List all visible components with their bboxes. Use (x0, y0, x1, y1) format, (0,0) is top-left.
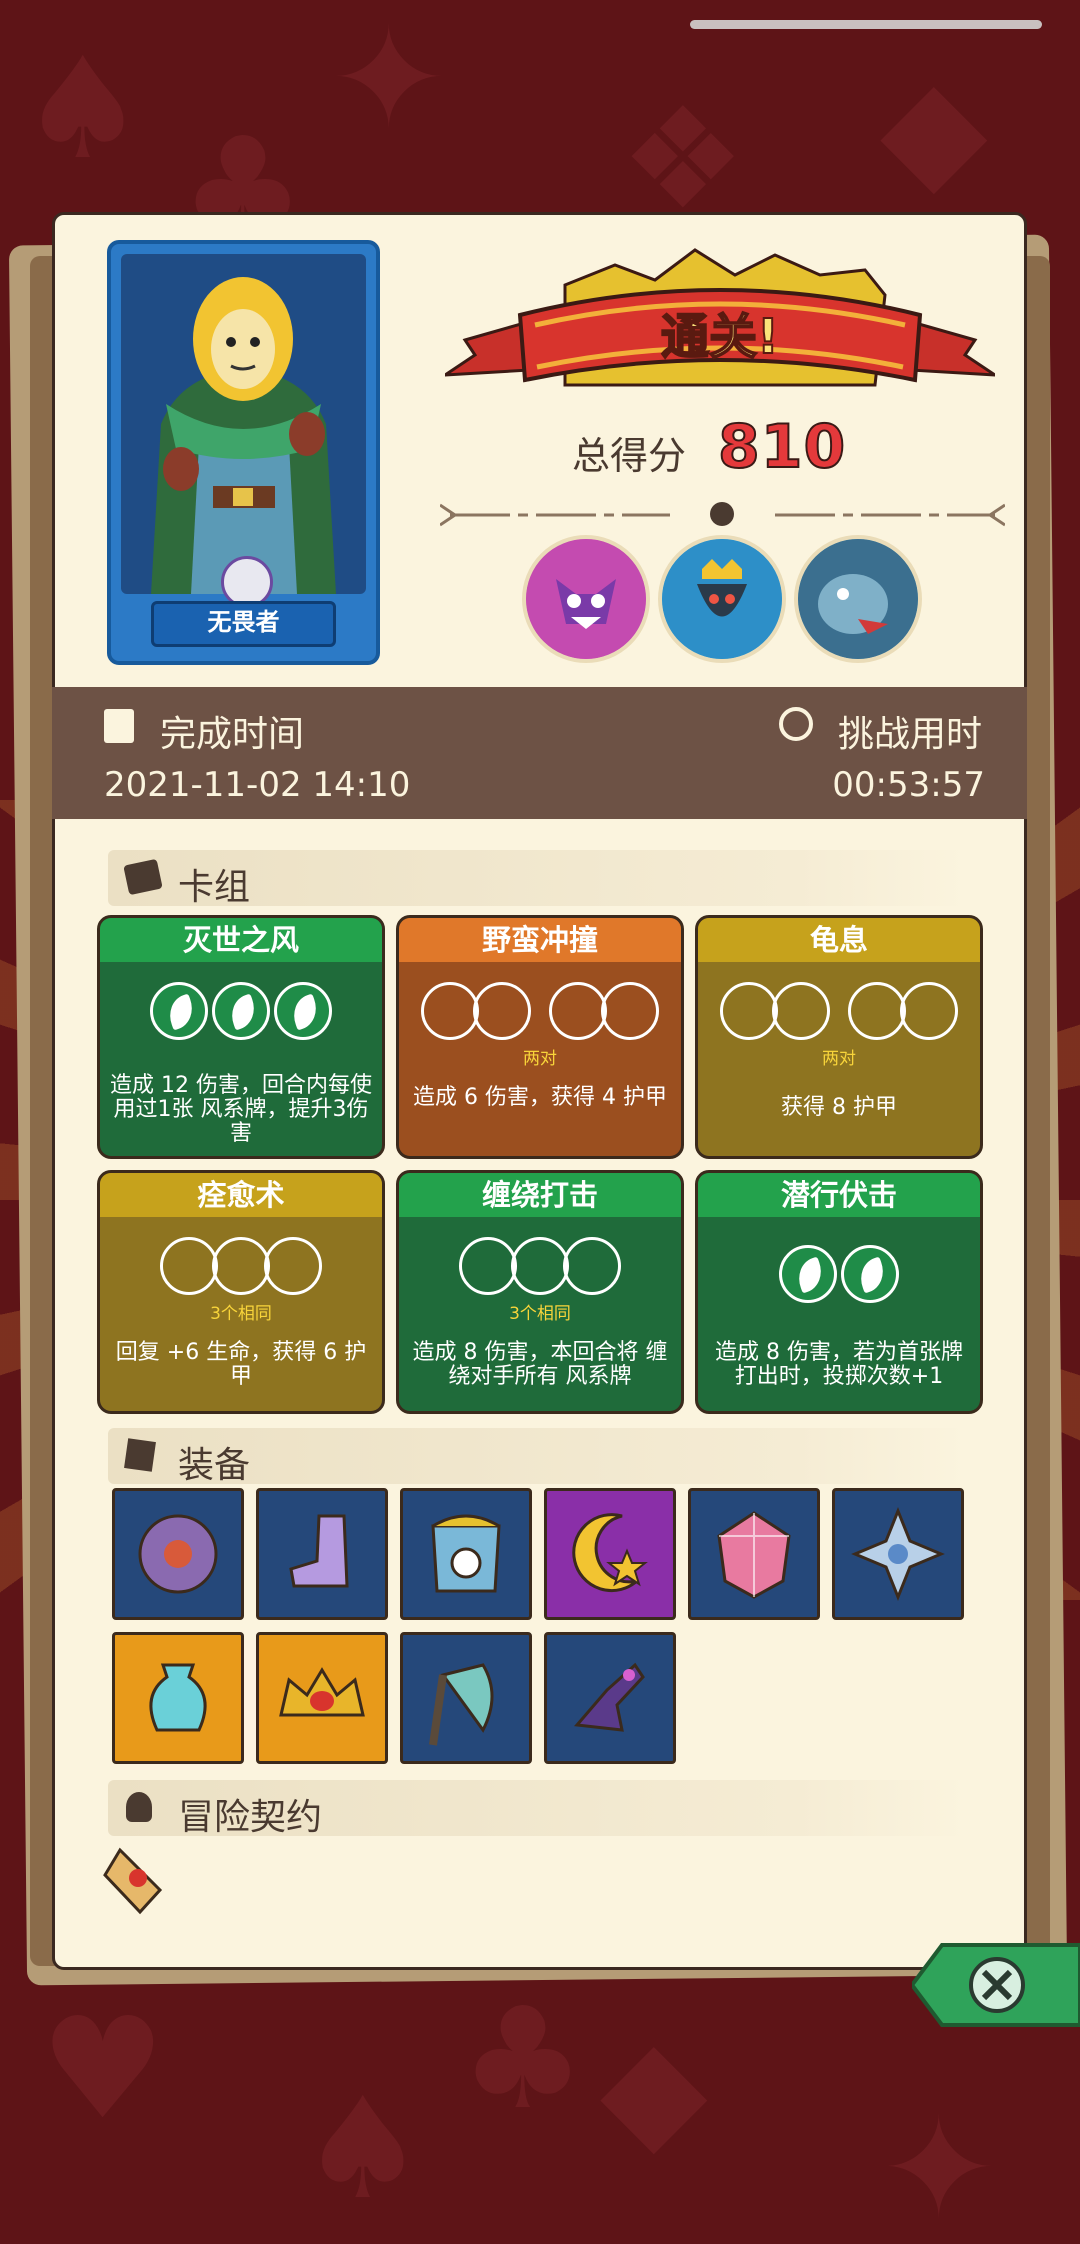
card-3[interactable]: 龟息 两对 获得 8 护甲 (695, 915, 983, 1159)
card-title: 野蛮冲撞 (399, 918, 681, 962)
empty-dice-slot (848, 982, 907, 1040)
vase-icon (149, 1663, 207, 1732)
equipment-slot-9[interactable] (400, 1632, 532, 1764)
equipment-slot-6[interactable] (832, 1488, 964, 1620)
contract-scroll-icon[interactable] (100, 1840, 175, 1920)
card-description: 获得 8 护甲 (781, 1095, 897, 1120)
card-description: 造成 12 伤害，回合内每使用过1张 风系牌，提升3伤害 (110, 1073, 372, 1146)
wind-dice-icon (779, 1245, 837, 1303)
empty-dice-slot (459, 1237, 517, 1295)
wind-dice-icon (150, 982, 208, 1040)
empty-dice-slot (160, 1237, 218, 1295)
card-title: 龟息 (698, 918, 980, 962)
card-2[interactable]: 野蛮冲撞 两对 造成 6 伤害，获得 4 护甲 (396, 915, 684, 1159)
completed-time-value: 2021-11-02 14:10 (104, 765, 411, 805)
equipment-slot-2[interactable] (256, 1488, 388, 1620)
empty-dice-slot (563, 1237, 621, 1295)
duration-label: 挑战用时 (838, 714, 983, 755)
equipment-section-title: 装备 (178, 1445, 251, 1486)
clear-banner: 通关! (439, 245, 1001, 415)
card-description: 造成 6 伤害，获得 4 护甲 (413, 1085, 667, 1110)
card-requirement: 两对 (822, 1049, 856, 1069)
home-indicator[interactable] (690, 20, 1042, 29)
score-value: 810 (717, 411, 847, 483)
defeated-boss-3 (794, 535, 922, 663)
fire-crown-icon (279, 1667, 365, 1717)
clear-banner-title: 通关! (660, 308, 780, 366)
contract-section-header: 冒险契约 (108, 1780, 968, 1838)
contract-section-title: 冒险契约 (178, 1797, 323, 1838)
card-requirement: 3个相同 (509, 1304, 571, 1324)
empty-dice-slot (212, 1237, 270, 1295)
equipment-slot-1[interactable] (112, 1488, 244, 1620)
wind-dice-icon (841, 1245, 899, 1303)
empty-dice-slot (472, 982, 531, 1040)
cards-icon (123, 858, 163, 896)
hero-portrait-card: 无畏者 (107, 240, 380, 665)
card-description: 回复 +6 生命，获得 6 护甲 (115, 1340, 367, 1389)
snowflake-charm-icon (851, 1506, 945, 1602)
empty-dice-slot (420, 982, 479, 1040)
card-dice-slots (100, 982, 382, 1046)
card-dice-slots (698, 982, 980, 1046)
card-title: 缠绕打击 (399, 1173, 681, 1217)
card-dice-slots (399, 982, 681, 1046)
card-dice-slots (100, 1237, 382, 1301)
wind-dice-icon (212, 982, 270, 1040)
empty-dice-slot (771, 982, 830, 1040)
completed-time-label: 完成时间 (160, 714, 305, 755)
card-5[interactable]: 缠绕打击 3个相同 造成 8 伤害，本回合将 缠绕对手所有 风系牌 (396, 1170, 684, 1414)
card-6[interactable]: 潜行伏击 造成 8 伤害，若为首张牌打出时，投掷次数+1 (695, 1170, 983, 1414)
ornament-divider (440, 502, 1005, 527)
card-dice-slots (698, 1245, 980, 1309)
card-title: 灭世之风 (100, 918, 382, 962)
crystal-dice-icon (717, 1511, 791, 1599)
equipment-slot-5[interactable] (688, 1488, 820, 1620)
time-band: 完成时间 2021-11-02 14:10 挑战用时 00:53:57 (52, 687, 1027, 819)
equipment-slot-10[interactable] (544, 1632, 676, 1764)
defeated-boss-2 (658, 535, 786, 663)
boot-icon (289, 1514, 349, 1588)
card-description: 造成 8 伤害，若为首张牌打出时，投掷次数+1 (715, 1340, 963, 1389)
axe-icon (429, 1663, 494, 1746)
wind-dice-icon (274, 982, 332, 1040)
close-button[interactable] (912, 1935, 1080, 2035)
card-4[interactable]: 痊愈术 3个相同 回复 +6 生命，获得 6 护甲 (97, 1170, 385, 1414)
box-icon (124, 1438, 156, 1472)
film-icon (104, 709, 134, 743)
card-dice-slots (399, 1237, 681, 1301)
stopwatch-icon (779, 707, 813, 741)
score-label: 总得分 (572, 434, 687, 478)
dark-gauntlet-icon (574, 1662, 645, 1732)
card-title: 潜行伏击 (698, 1173, 980, 1217)
empty-dice-slot (719, 982, 778, 1040)
empty-dice-slot (264, 1237, 322, 1295)
deck-section-title: 卡组 (178, 867, 251, 908)
equipment-section-header: 装备 (108, 1428, 968, 1486)
duration-value: 00:53:57 (832, 765, 985, 805)
card-1[interactable]: 灭世之风 造成 12 伤害，回合内每使用过1张 风系牌，提升3伤害 (97, 915, 385, 1159)
moon-star-icon (572, 1513, 648, 1593)
deck-section-header: 卡组 (108, 850, 968, 908)
equipment-slot-7[interactable] (112, 1632, 244, 1764)
card-requirement: 3个相同 (210, 1304, 272, 1324)
equipment-slot-3[interactable] (400, 1488, 532, 1620)
hero-portrait-image (121, 254, 366, 594)
compass-armor-icon (431, 1514, 501, 1593)
equipment-slot-8[interactable] (256, 1632, 388, 1764)
person-icon (126, 1792, 152, 1822)
hero-name: 无畏者 (151, 601, 336, 647)
empty-dice-slot (511, 1237, 569, 1295)
round-shield-icon (138, 1514, 218, 1594)
defeated-boss-1 (522, 535, 650, 663)
empty-dice-slot (549, 982, 608, 1040)
empty-dice-slot (900, 982, 959, 1040)
equipment-slot-4[interactable] (544, 1488, 676, 1620)
card-requirement: 两对 (523, 1049, 557, 1069)
card-title: 痊愈术 (100, 1173, 382, 1217)
card-description: 造成 8 伤害，本回合将 缠绕对手所有 风系牌 (412, 1340, 668, 1389)
empty-dice-slot (601, 982, 660, 1040)
